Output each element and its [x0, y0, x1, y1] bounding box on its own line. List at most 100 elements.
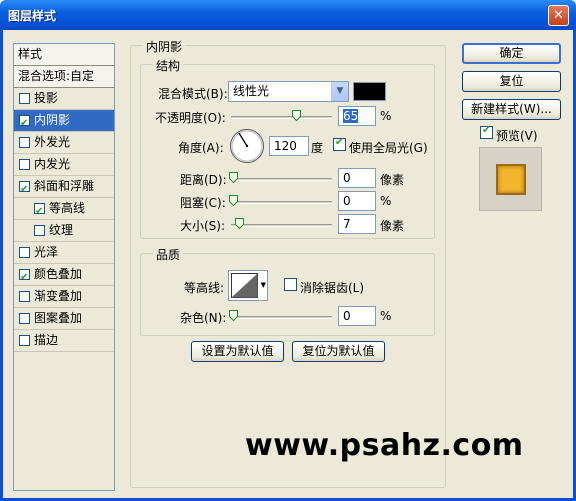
contour-picker[interactable]: ▼ [228, 270, 268, 301]
distance-label: 距离(D): [180, 173, 227, 187]
size-input[interactable]: 7 [338, 214, 376, 234]
angle-value: 120 [274, 139, 297, 153]
size-slider-thumb[interactable] [235, 218, 244, 229]
style-list-item[interactable]: 渐变叠加 [14, 286, 114, 308]
noise-input[interactable]: 0 [338, 306, 376, 326]
size-value: 7 [343, 217, 351, 231]
close-button[interactable]: ✕ [548, 5, 569, 26]
blend-options-item[interactable]: 混合选项:自定 [14, 66, 114, 88]
preview-label: 预览(V) [496, 129, 538, 143]
style-list-item[interactable]: 描边 [14, 330, 114, 352]
noise-slider-thumb[interactable] [229, 310, 238, 321]
make-default-button[interactable]: 设置为默认值 [191, 341, 284, 362]
opacity-unit: % [380, 109, 392, 123]
style-item-checkbox[interactable] [19, 137, 30, 148]
preview-checkbox[interactable] [480, 125, 493, 139]
global-light-checkbox[interactable] [333, 137, 346, 151]
chevron-down-icon[interactable]: ▼ [261, 281, 266, 289]
watermark-text: www.psahz.com [245, 428, 524, 463]
style-list-item[interactable]: 斜面和浮雕 [14, 176, 114, 200]
choke-unit: % [380, 194, 392, 208]
choke-slider-thumb[interactable] [229, 195, 238, 206]
opacity-label: 不透明度(O): [155, 111, 226, 125]
angle-unit: 度 [311, 141, 324, 155]
style-item-label: 等高线 [49, 201, 86, 215]
style-item-label: 内发光 [34, 157, 71, 171]
style-list-item[interactable]: 外发光 [14, 132, 114, 154]
style-item-label: 渐变叠加 [34, 289, 83, 303]
style-item-checkbox[interactable] [19, 267, 30, 288]
style-list-item[interactable]: 图案叠加 [14, 308, 114, 330]
chevron-down-icon[interactable]: ▼ [331, 82, 348, 101]
style-item-checkbox[interactable] [19, 291, 30, 302]
choke-slider[interactable] [231, 201, 332, 204]
distance-slider[interactable] [231, 178, 332, 181]
style-item-label: 颜色叠加 [34, 267, 83, 281]
style-item-label: 描边 [34, 333, 59, 347]
reset-button[interactable]: 复位 [462, 71, 561, 92]
contour-label: 等高线: [184, 281, 225, 295]
anti-alias-checkbox[interactable] [284, 278, 297, 291]
style-list-item[interactable]: 光泽 [14, 242, 114, 264]
style-list-item[interactable]: 纹理 [14, 220, 114, 242]
blend-color-swatch[interactable] [353, 82, 386, 101]
style-item-label: 图案叠加 [34, 311, 83, 325]
preview-swatch [496, 164, 526, 195]
style-item-label: 投影 [34, 91, 59, 105]
style-list-header[interactable]: 样式 [14, 44, 114, 66]
style-item-checkbox[interactable] [19, 313, 30, 324]
blend-options-label: 混合选项:自定 [18, 69, 95, 83]
style-item-label: 内阴影 [34, 113, 71, 127]
opacity-slider[interactable] [231, 116, 332, 119]
style-item-checkbox[interactable] [19, 179, 30, 200]
title-bar[interactable]: 图层样式 ✕ [0, 0, 576, 30]
new-style-button[interactable]: 新建样式(W)... [462, 99, 561, 120]
noise-label: 杂色(N): [180, 311, 227, 325]
style-item-checkbox[interactable] [34, 225, 45, 236]
dialog-body: 样式 混合选项:自定 投影内阴影外发光内发光斜面和浮雕等高线纹理光泽颜色叠加渐变… [3, 30, 573, 498]
style-list-item[interactable]: 等高线 [14, 198, 114, 222]
choke-value: 0 [343, 194, 351, 208]
style-list-item[interactable]: 内发光 [14, 154, 114, 176]
global-light-label: 使用全局光(G) [349, 141, 428, 155]
size-unit: 像素 [380, 219, 405, 233]
size-label: 大小(S): [180, 219, 226, 233]
preview-thumbnail [479, 147, 542, 211]
style-list-item[interactable]: 内阴影 [14, 110, 114, 134]
style-item-checkbox[interactable] [19, 113, 30, 134]
angle-dial-icon[interactable] [229, 128, 265, 164]
distance-value: 0 [343, 171, 351, 185]
blend-mode-label: 混合模式(B): [158, 87, 228, 101]
distance-unit: 像素 [380, 173, 405, 187]
size-slider[interactable] [231, 224, 332, 227]
quality-title: 品质 [153, 246, 184, 263]
blend-mode-value: 线性光 [233, 84, 270, 98]
style-item-checkbox[interactable] [34, 201, 45, 222]
style-list-item[interactable]: 颜色叠加 [14, 264, 114, 288]
style-item-checkbox[interactable] [19, 247, 30, 258]
style-item-checkbox[interactable] [19, 159, 30, 170]
angle-label: 角度(A): [178, 141, 224, 155]
ok-button[interactable]: 确定 [462, 43, 561, 64]
inner-shadow-title: 内阴影 [143, 38, 186, 55]
opacity-value: 65 [343, 109, 359, 123]
style-item-label: 外发光 [34, 135, 71, 149]
style-item-label: 光泽 [34, 245, 59, 259]
style-list-item[interactable]: 投影 [14, 88, 114, 110]
angle-input[interactable]: 120 [269, 136, 309, 156]
blend-mode-select[interactable]: 线性光 ▼ [228, 81, 349, 102]
noise-slider[interactable] [231, 316, 332, 319]
reset-default-button[interactable]: 复位为默认值 [292, 341, 385, 362]
choke-input[interactable]: 0 [338, 191, 376, 211]
distance-slider-thumb[interactable] [229, 172, 238, 183]
distance-input[interactable]: 0 [338, 168, 376, 188]
opacity-slider-thumb[interactable] [292, 110, 301, 121]
style-list: 样式 混合选项:自定 投影内阴影外发光内发光斜面和浮雕等高线纹理光泽颜色叠加渐变… [13, 43, 115, 491]
anti-alias-label: 消除锯齿(L) [300, 281, 365, 295]
noise-value: 0 [343, 309, 351, 323]
noise-unit: % [380, 309, 392, 323]
style-list-header-label: 样式 [18, 47, 43, 61]
opacity-input[interactable]: 65 [338, 106, 376, 126]
style-item-checkbox[interactable] [19, 93, 30, 104]
style-item-checkbox[interactable] [19, 335, 30, 346]
